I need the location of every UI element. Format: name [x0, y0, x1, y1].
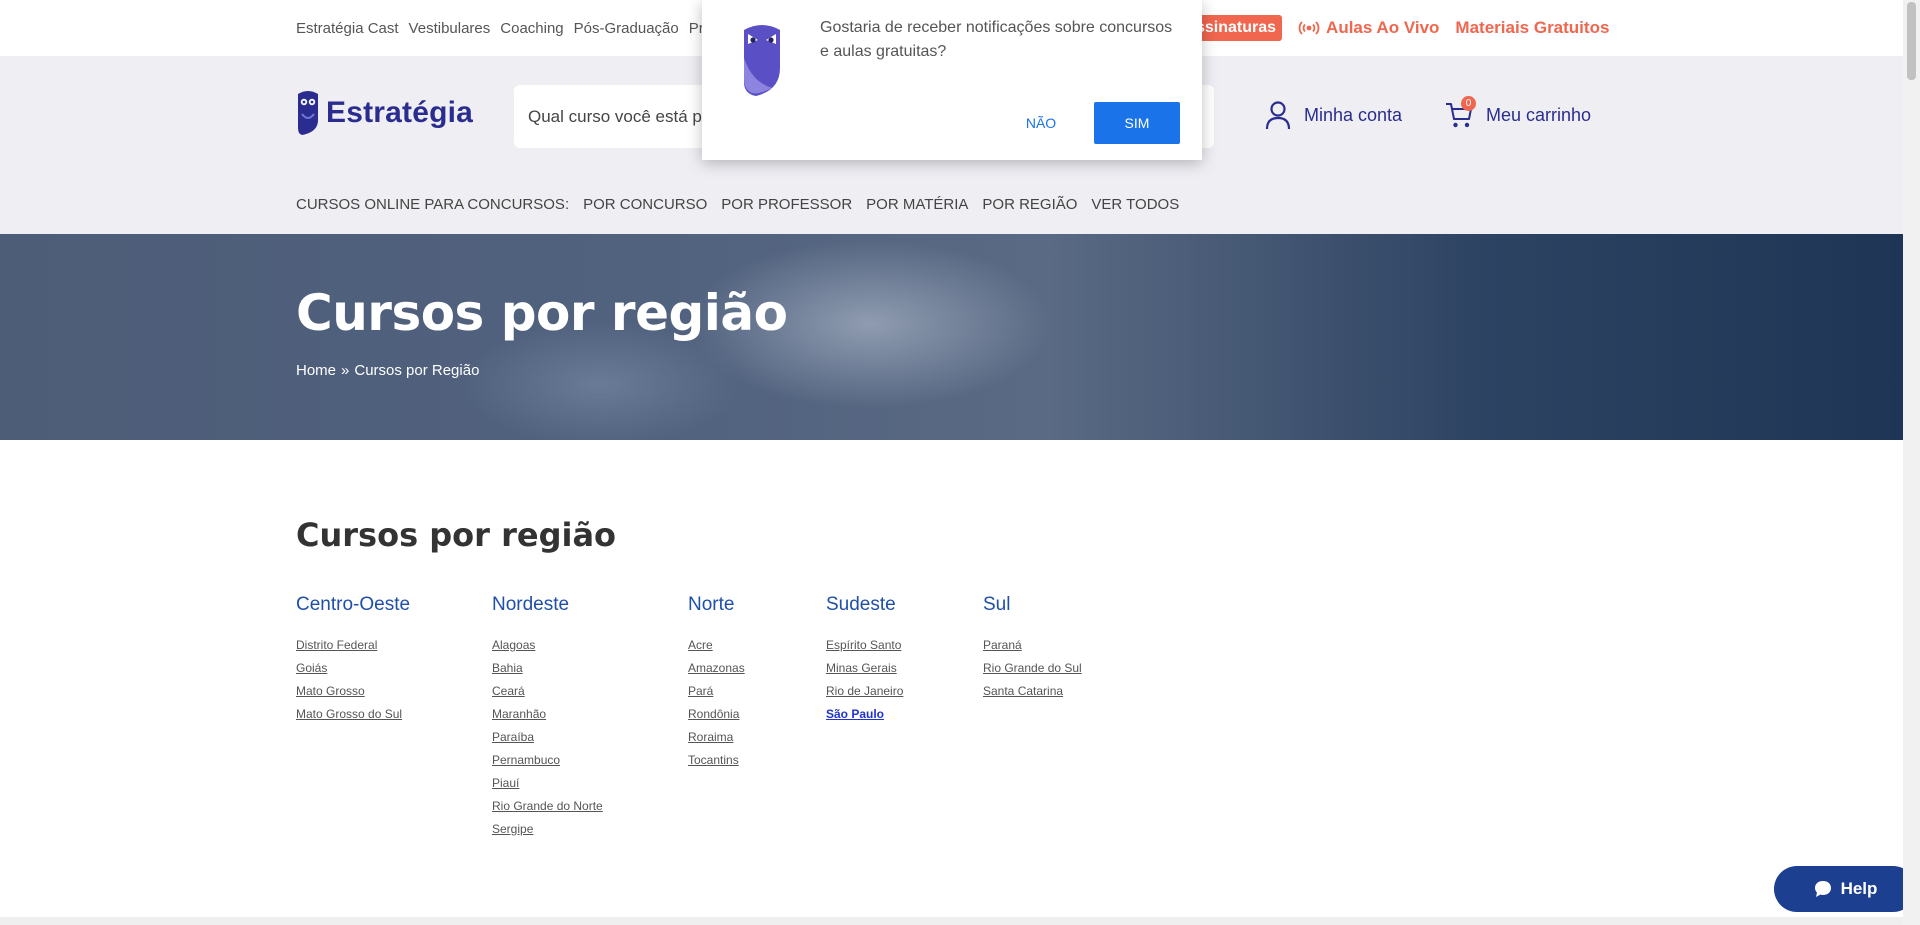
region-norte: Norte Acre Amazonas Pará Rondônia Roraim… — [688, 594, 745, 772]
my-account-label: Minha conta — [1304, 104, 1403, 125]
state-link-active[interactable]: São Paulo — [826, 703, 903, 726]
cart-count-badge: 0 — [1461, 96, 1476, 111]
breadcrumb-separator: » — [341, 362, 350, 379]
state-link[interactable]: Amazonas — [688, 657, 745, 680]
breadcrumb-current: Cursos por Região — [354, 362, 480, 379]
state-link[interactable]: Pará — [688, 680, 745, 703]
state-link[interactable]: Bahia — [492, 657, 603, 680]
nav-por-professor[interactable]: POR PROFESSOR — [721, 196, 852, 213]
region-sul: Sul Paraná Rio Grande do Sul Santa Catar… — [983, 594, 1082, 703]
help-label: Help — [1840, 879, 1878, 898]
section-title: Cursos por região — [296, 516, 617, 554]
search-placeholder: Qual curso você está pr — [528, 106, 708, 126]
accept-notifications-button[interactable]: SIM — [1094, 102, 1180, 144]
region-heading: Nordeste — [492, 594, 570, 615]
state-link[interactable]: Maranhão — [492, 703, 603, 726]
state-list: Espírito Santo Minas Gerais Rio de Janei… — [826, 634, 903, 726]
state-link[interactable]: Paraíba — [492, 726, 603, 749]
state-link[interactable]: Santa Catarina — [983, 680, 1082, 703]
cart-label: Meu carrinho — [1486, 104, 1592, 125]
region-centro-oeste: Centro-Oeste Distrito Federal Goiás Mato… — [296, 594, 410, 726]
top-link-estrategia-cast[interactable]: Estratégia Cast — [296, 20, 399, 37]
state-link[interactable]: Pernambuco — [492, 749, 603, 772]
state-list: Alagoas Bahia Ceará Maranhão Paraíba Per… — [492, 634, 603, 841]
chat-bubble-icon — [1814, 881, 1831, 897]
logo-wordmark: Estratégia — [326, 96, 474, 129]
assinaturas-button[interactable]: ssinaturas — [1190, 15, 1283, 41]
region-heading: Sudeste — [826, 594, 896, 615]
owl-logo-icon — [298, 91, 318, 135]
notification-permission-popup: Gostaria de receber notificações sobre c… — [702, 0, 1202, 160]
region-nordeste: Nordeste Alagoas Bahia Ceará Maranhão Pa… — [492, 594, 603, 841]
region-sudeste: Sudeste Espírito Santo Minas Gerais Rio … — [826, 594, 903, 726]
top-link-pos-graduacao[interactable]: Pós-Graduação — [574, 20, 679, 37]
scrollbar-thumb[interactable] — [1907, 2, 1916, 80]
user-icon — [1265, 101, 1291, 130]
state-link[interactable]: Minas Gerais — [826, 657, 903, 680]
state-link[interactable]: Rio de Janeiro — [826, 680, 903, 703]
nav-por-materia[interactable]: POR MATÉRIA — [866, 196, 968, 213]
state-link[interactable]: Alagoas — [492, 634, 603, 657]
state-link[interactable]: Sergipe — [492, 818, 603, 841]
materiais-gratuitos-link[interactable]: Materiais Gratuitos — [1455, 18, 1609, 38]
state-link[interactable]: Rio Grande do Sul — [983, 657, 1082, 680]
top-links: Estratégia Cast Vestibulares Coaching Pó… — [296, 0, 725, 56]
owl-mascot-icon — [744, 25, 780, 96]
state-link[interactable]: Rio Grande do Norte — [492, 795, 603, 818]
state-list: Acre Amazonas Pará Rondônia Roraima Toca… — [688, 634, 745, 772]
nav-por-concurso[interactable]: POR CONCURSO — [583, 196, 707, 213]
region-heading: Sul — [983, 594, 1011, 615]
hero-title: Cursos por região — [296, 284, 788, 342]
state-link[interactable]: Rondônia — [688, 703, 745, 726]
aulas-ao-vivo-label: Aulas Ao Vivo — [1326, 18, 1440, 37]
cart-icon-wrap: 0 — [1444, 96, 1476, 130]
cart-link[interactable]: 0 Meu carrinho — [1444, 96, 1592, 130]
state-list: Paraná Rio Grande do Sul Santa Catarina — [983, 634, 1082, 703]
state-link[interactable]: Distrito Federal — [296, 634, 410, 657]
my-account-link[interactable]: Minha conta — [1264, 100, 1402, 130]
state-link[interactable]: Goiás — [296, 657, 410, 680]
state-link[interactable]: Ceará — [492, 680, 603, 703]
promo-links: ssinaturas Aulas Ao Vivo Materiais Gratu… — [1190, 14, 1609, 42]
state-link[interactable]: Mato Grosso — [296, 680, 410, 703]
category-nav: CURSOS ONLINE PARA CONCURSOS: POR CONCUR… — [296, 196, 1179, 213]
site-logo[interactable]: Estratégia — [296, 90, 473, 136]
region-heading: Norte — [688, 594, 735, 615]
state-link[interactable]: Roraima — [688, 726, 745, 749]
help-chat-button[interactable]: Help — [1774, 866, 1916, 912]
category-nav-label: CURSOS ONLINE PARA CONCURSOS: — [296, 196, 570, 213]
nav-ver-todos[interactable]: VER TODOS — [1091, 196, 1179, 213]
breadcrumb-home[interactable]: Home — [296, 362, 336, 379]
region-heading: Centro-Oeste — [296, 594, 411, 615]
broadcast-icon — [1298, 21, 1320, 35]
state-list: Distrito Federal Goiás Mato Grosso Mato … — [296, 634, 410, 726]
decline-notifications-button[interactable]: NÃO — [1002, 102, 1080, 144]
state-link[interactable]: Acre — [688, 634, 745, 657]
state-link[interactable]: Mato Grosso do Sul — [296, 703, 410, 726]
page-scrollbar[interactable] — [1903, 0, 1920, 925]
aulas-ao-vivo-link[interactable]: Aulas Ao Vivo — [1298, 18, 1439, 38]
state-link[interactable]: Piauí — [492, 772, 603, 795]
top-link-coaching[interactable]: Coaching — [500, 20, 563, 37]
notification-message: Gostaria de receber notificações sobre c… — [820, 19, 1173, 60]
hero-banner: Cursos por região Home » Cursos por Regi… — [0, 234, 1903, 440]
top-link-vestibulares[interactable]: Vestibulares — [409, 20, 491, 37]
state-link[interactable]: Tocantins — [688, 749, 745, 772]
nav-por-regiao[interactable]: POR REGIÃO — [982, 196, 1077, 213]
footer-edge — [0, 917, 1903, 925]
breadcrumb: Home » Cursos por Região — [296, 362, 479, 379]
state-link[interactable]: Espírito Santo — [826, 634, 903, 657]
state-link[interactable]: Paraná — [983, 634, 1082, 657]
